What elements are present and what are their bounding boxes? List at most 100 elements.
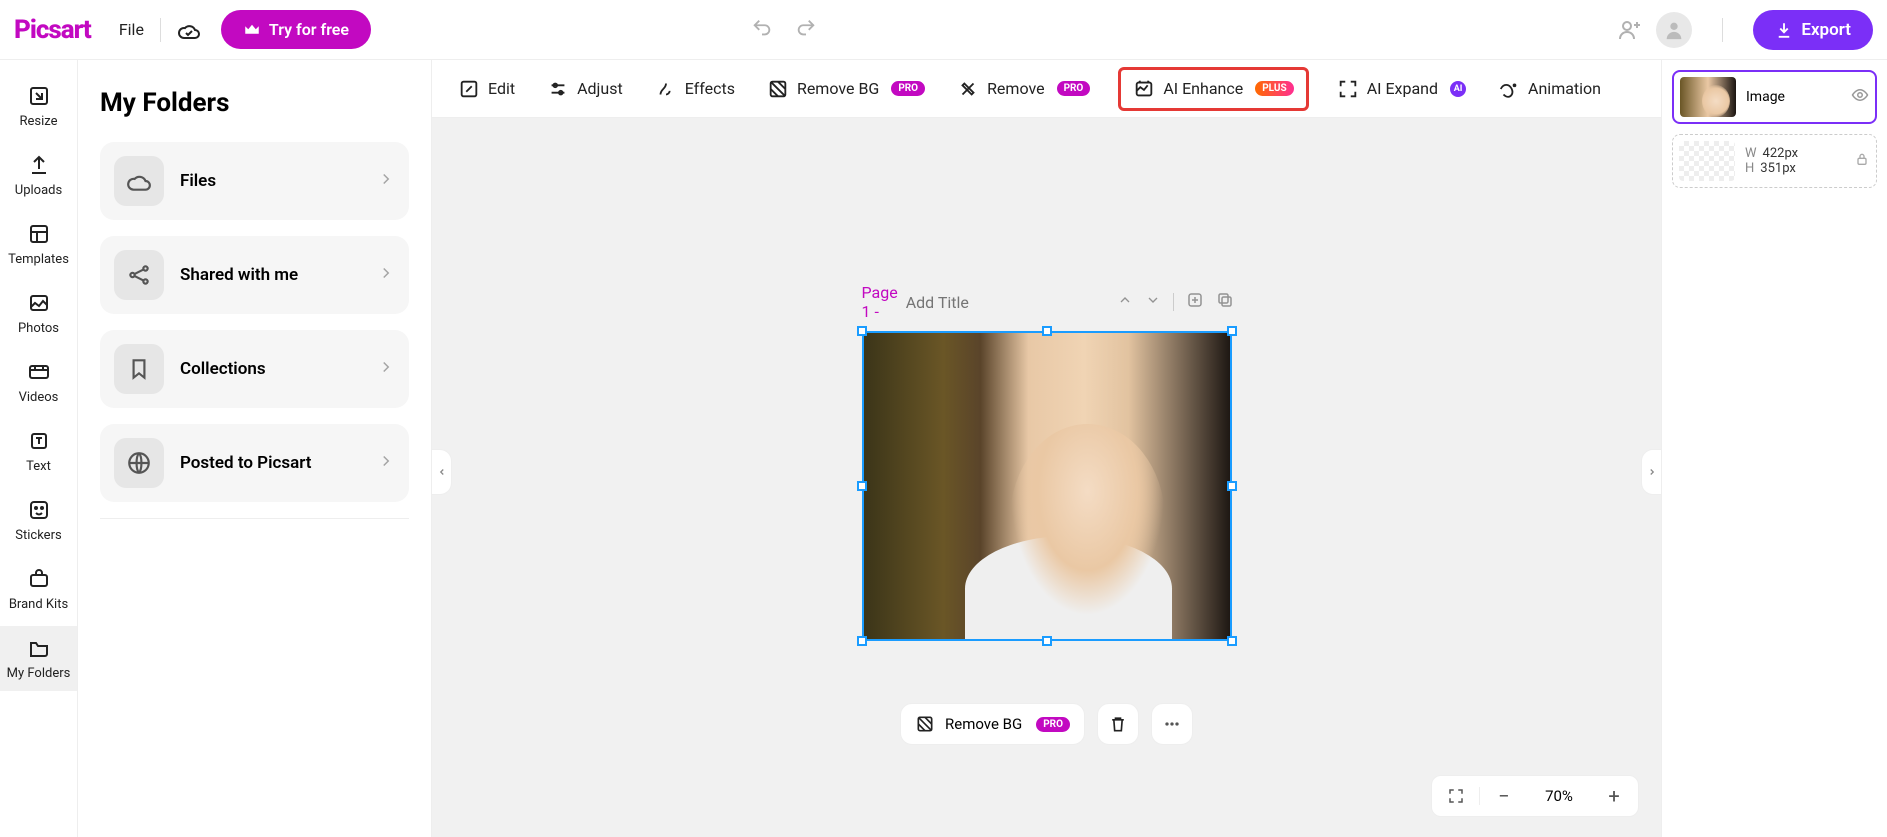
sidenav-my-folders[interactable]: My Folders [0,626,78,691]
plus-badge: PLUS [1255,81,1293,96]
collapse-left-button[interactable] [432,449,452,495]
folder-posted[interactable]: Posted to Picsart [100,424,409,502]
download-icon [1775,21,1793,39]
file-menu[interactable]: File [119,20,144,39]
resize-handle[interactable] [1227,481,1237,491]
sidenav-uploads[interactable]: Uploads [0,143,78,208]
top-bar: Picsart File Try for free Export [0,0,1887,60]
add-page-button[interactable] [1186,291,1204,313]
tool-remove[interactable]: RemovePRO [953,72,1094,106]
folders-panel: My Folders Files Shared with me Collecti… [78,60,432,837]
sidenav-stickers[interactable]: Stickers [0,488,78,553]
trash-icon [1108,714,1128,734]
resize-handle[interactable] [857,326,867,336]
layer-thumbnail [1679,141,1735,181]
sidenav-brand-kits[interactable]: Brand Kits [0,557,78,622]
remove-bg-icon [915,714,935,734]
pro-badge: PRO [1036,717,1070,732]
float-more-button[interactable] [1151,703,1193,745]
resize-handle[interactable] [857,636,867,646]
layers-panel: Image W 422px H 351px [1661,60,1887,837]
tool-adjust[interactable]: Adjust [543,72,627,106]
duplicate-page-button[interactable] [1216,291,1234,313]
main-area: Resize Uploads Templates Photos Videos T… [0,60,1887,837]
bookmark-icon [114,344,164,394]
float-remove-bg-button[interactable]: Remove BG PRO [900,703,1085,745]
crown-icon [243,21,261,39]
tool-animation[interactable]: Animation [1494,72,1605,106]
cloud-sync-icon[interactable] [177,18,201,42]
chevron-right-icon [377,264,395,286]
folder-label: Shared with me [180,265,361,285]
sidenav-templates[interactable]: Templates [0,212,78,277]
canvas-column: Edit Adjust Effects Remove BGPRO RemoveP… [432,60,1661,837]
logo: Picsart [14,15,91,45]
pro-badge: PRO [891,81,925,96]
tool-ai-enhance[interactable]: AI EnhancePLUS [1118,67,1308,111]
float-delete-button[interactable] [1097,703,1139,745]
folder-label: Collections [180,359,361,379]
separator [160,18,161,42]
zoom-bar: − 70% + [1431,775,1639,817]
pro-badge: PRO [1057,81,1091,96]
tool-effects[interactable]: Effects [651,72,739,106]
resize-handle[interactable] [1042,636,1052,646]
dim-key: W [1745,146,1757,161]
resize-handle[interactable] [1227,326,1237,336]
divider [100,518,409,519]
folder-label: Posted to Picsart [180,453,361,473]
page-label: Page 1 - [862,283,898,321]
resize-handle[interactable] [1227,636,1237,646]
resize-handle[interactable] [1042,326,1052,336]
selection-outline [862,331,1232,641]
collapse-right-button[interactable] [1641,449,1661,495]
layer-thumbnail [1680,77,1736,117]
more-icon [1162,714,1182,734]
try-for-free-button[interactable]: Try for free [221,10,371,49]
user-avatar[interactable] [1656,12,1692,48]
separator [1173,293,1174,311]
page-up-button[interactable] [1117,292,1133,312]
side-nav: Resize Uploads Templates Photos Videos T… [0,60,78,837]
zoom-fit-button[interactable] [1432,787,1480,805]
chevron-right-icon [377,170,395,192]
history-controls [751,17,817,43]
chevron-right-icon [377,358,395,380]
folder-files[interactable]: Files [100,142,409,220]
resize-handle[interactable] [857,481,867,491]
dim-value: 422px [1763,146,1799,161]
folder-label: Files [180,171,361,191]
zoom-value[interactable]: 70% [1528,787,1590,805]
separator [1722,18,1723,42]
dim-value: 351px [1760,161,1796,176]
ai-badge: AI [1450,81,1466,97]
share-icon [114,250,164,300]
tool-remove-bg[interactable]: Remove BGPRO [763,72,929,106]
zoom-in-button[interactable]: + [1590,784,1638,808]
folder-shared[interactable]: Shared with me [100,236,409,314]
layer-background[interactable]: W 422px H 351px [1672,134,1877,188]
layer-image[interactable]: Image [1672,70,1877,124]
canvas-area[interactable]: Page 1 - [432,118,1661,837]
add-people-icon[interactable] [1618,18,1642,42]
visibility-icon[interactable] [1851,86,1869,108]
page-title-input[interactable] [906,293,1109,312]
sidenav-photos[interactable]: Photos [0,281,78,346]
undo-button[interactable] [751,17,773,43]
page-header: Page 1 - [862,283,1232,321]
tool-edit[interactable]: Edit [454,72,519,106]
canvas-frame[interactable] [862,331,1232,641]
lock-icon[interactable] [1854,151,1870,171]
zoom-out-button[interactable]: − [1480,784,1528,808]
layer-label: Image [1746,89,1785,105]
sidenav-resize[interactable]: Resize [0,74,78,139]
export-button[interactable]: Export [1753,10,1873,50]
dim-key: H [1745,161,1754,176]
redo-button[interactable] [795,17,817,43]
tool-ai-expand[interactable]: AI ExpandAI [1333,72,1470,106]
sidenav-videos[interactable]: Videos [0,350,78,415]
folder-collections[interactable]: Collections [100,330,409,408]
sidenav-text[interactable]: Text [0,419,78,484]
page-down-button[interactable] [1145,292,1161,312]
folders-title: My Folders [100,88,409,118]
